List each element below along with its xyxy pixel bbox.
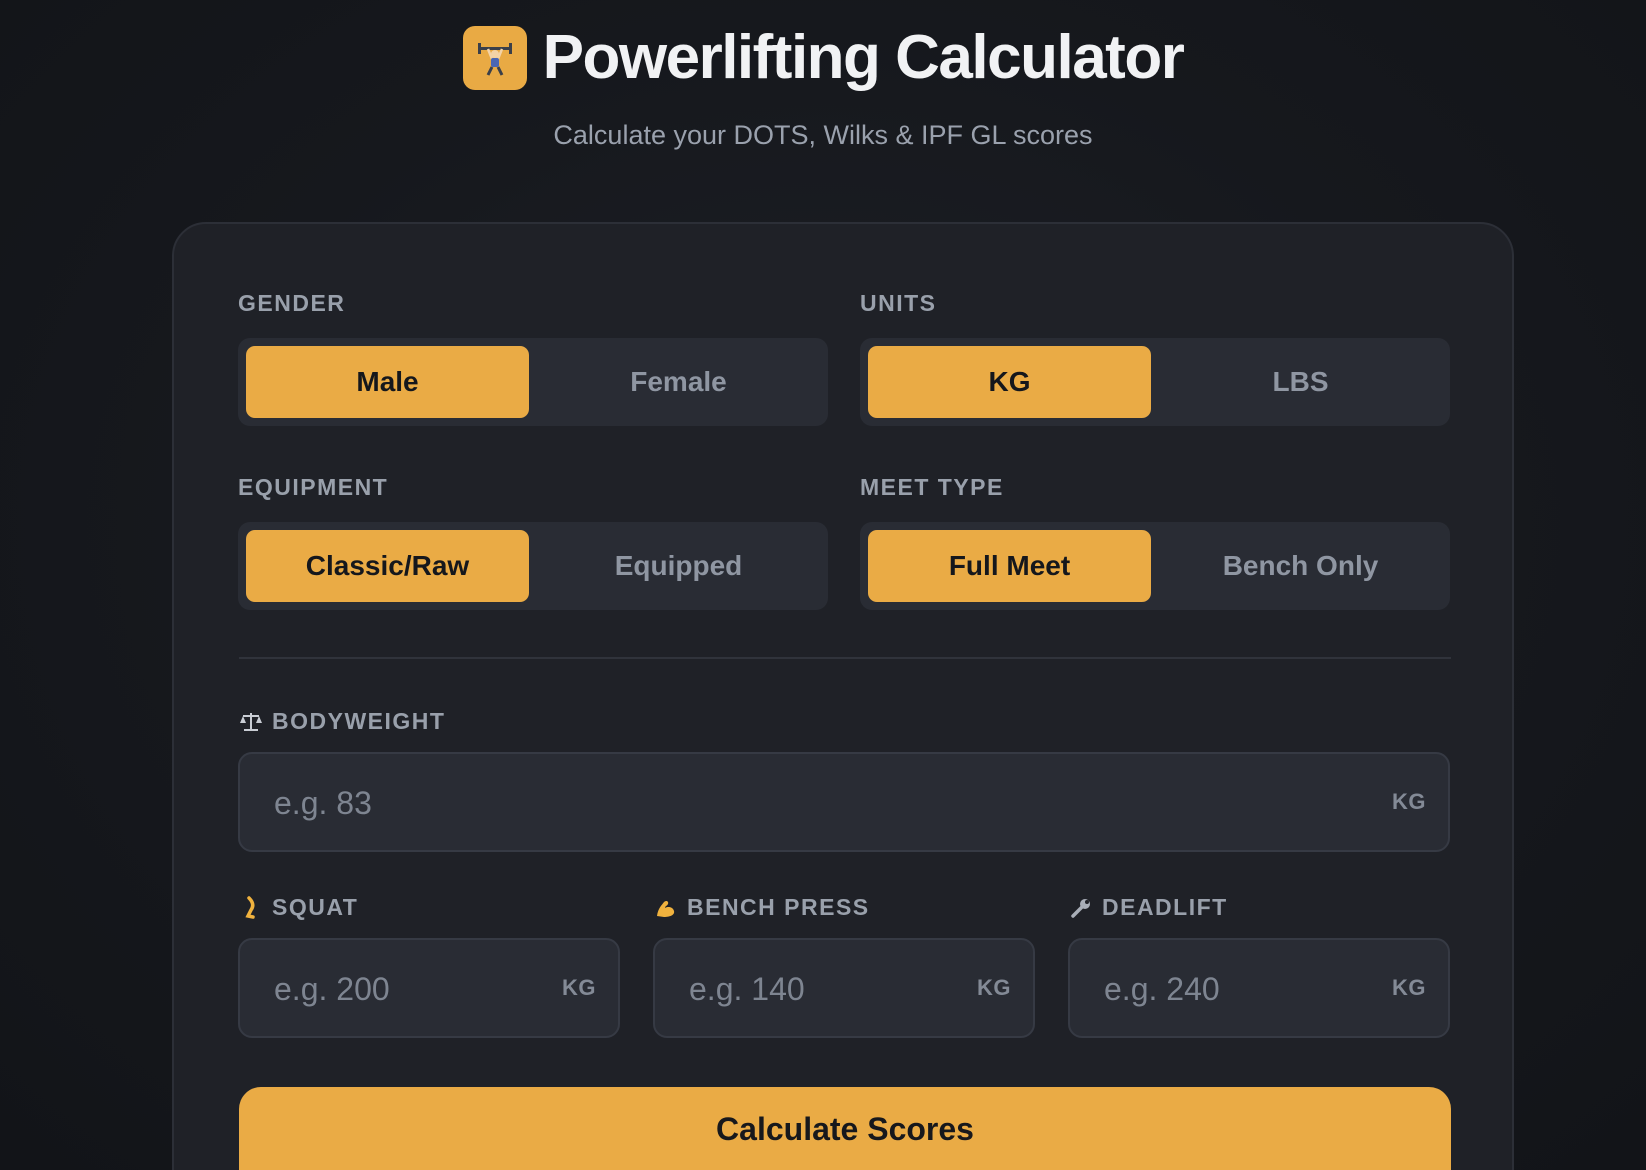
gender-male-option[interactable]: Male — [246, 346, 529, 418]
units-lbs-option[interactable]: LBS — [1159, 346, 1442, 418]
equipment-equipped-option[interactable]: Equipped — [537, 530, 820, 602]
page-subtitle: Calculate your DOTS, Wilks & IPF GL scor… — [553, 120, 1093, 150]
bench-label-row: BENCH PRESS — [653, 894, 870, 921]
bench-field: KG — [653, 938, 1035, 1038]
bodyweight-field: KG — [238, 752, 1450, 852]
units-toggle: KG LBS — [860, 338, 1450, 426]
page-title: Powerlifting Calculator — [542, 23, 1185, 92]
deadlift-label-row: DEADLIFT — [1068, 894, 1228, 921]
divider — [239, 657, 1451, 659]
equipment-label: EQUIPMENT — [238, 474, 389, 500]
deadlift-input[interactable] — [1102, 940, 1371, 1038]
squat-label-row: SQUAT — [238, 894, 358, 921]
equipment-toggle: Classic/Raw Equipped — [238, 522, 828, 610]
bodyweight-label: BODYWEIGHT — [272, 708, 446, 734]
title-row: Powerlifting Calculator — [0, 26, 1646, 90]
gender-female-option[interactable]: Female — [537, 346, 820, 418]
deadlift-field: KG — [1068, 938, 1450, 1038]
calculator-card: GENDER Male Female UNITS KG LBS EQUIPMEN… — [172, 222, 1514, 1170]
weightlifter-icon — [462, 26, 527, 90]
squat-label: SQUAT — [272, 894, 359, 920]
meet-type-toggle: Full Meet Bench Only — [860, 522, 1450, 610]
units-label: UNITS — [860, 290, 937, 316]
meet-type-bench-option[interactable]: Bench Only — [1159, 530, 1442, 602]
gender-label: GENDER — [238, 290, 346, 316]
calculate-scores-label: Calculate Scores — [716, 1110, 974, 1147]
page: Powerlifting Calculator Calculate your D… — [0, 0, 1646, 1170]
units-kg-option[interactable]: KG — [868, 346, 1151, 418]
squat-input[interactable] — [272, 940, 541, 1038]
bodyweight-input[interactable] — [272, 754, 1122, 852]
squat-field: KG — [238, 938, 620, 1038]
meet-type-full-option[interactable]: Full Meet — [868, 530, 1151, 602]
leg-icon — [238, 895, 264, 921]
wrench-icon — [1068, 895, 1094, 921]
gender-toggle: Male Female — [238, 338, 828, 426]
deadlift-label: DEADLIFT — [1102, 894, 1228, 920]
meet-type-label: MEET TYPE — [860, 474, 1004, 500]
squat-unit: KG — [562, 975, 596, 1000]
bench-unit: KG — [977, 975, 1011, 1000]
bodyweight-unit: KG — [1392, 789, 1426, 814]
bench-label: BENCH PRESS — [687, 894, 870, 920]
calculate-scores-button[interactable]: Calculate Scores — [239, 1087, 1451, 1170]
flexed-biceps-icon — [653, 895, 679, 921]
scale-icon — [238, 709, 264, 735]
bodyweight-label-row: BODYWEIGHT — [238, 708, 445, 735]
bench-input[interactable] — [687, 940, 956, 1038]
deadlift-unit: KG — [1392, 975, 1426, 1000]
equipment-classic-option[interactable]: Classic/Raw — [246, 530, 529, 602]
header: Powerlifting Calculator Calculate your D… — [0, 0, 1646, 200]
